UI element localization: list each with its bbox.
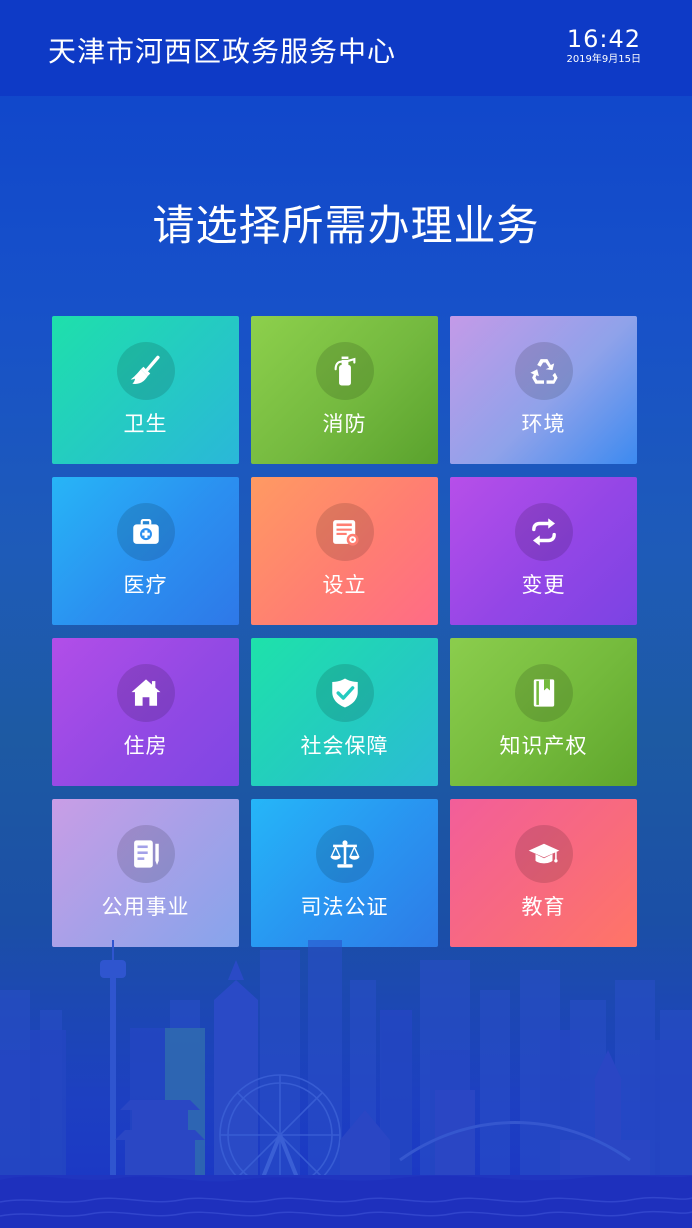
fire-extinguisher-icon bbox=[315, 342, 374, 400]
service-tile-fire[interactable]: 消防 bbox=[251, 316, 438, 464]
notepad-pen-icon bbox=[116, 825, 175, 883]
document-settings-icon bbox=[315, 503, 374, 561]
city-skyline-illustration bbox=[0, 940, 692, 1228]
clock-time: 16:42 bbox=[566, 25, 641, 53]
recycle-icon bbox=[514, 342, 573, 400]
broom-icon bbox=[116, 342, 175, 400]
tile-label: 环境 bbox=[521, 412, 566, 436]
tile-label: 设立 bbox=[322, 573, 367, 597]
service-tile-intellectual-property[interactable]: 知识产权 bbox=[450, 638, 637, 786]
tile-label: 医疗 bbox=[123, 573, 168, 597]
balance-scale-icon bbox=[315, 825, 374, 883]
header-bar: 天津市河西区政务服务中心 16:42 2019年9月15日 bbox=[0, 0, 692, 96]
page-title: 请选择所需办理业务 bbox=[152, 201, 540, 250]
tile-label: 司法公证 bbox=[300, 895, 389, 919]
service-tile-medical[interactable]: 医疗 bbox=[52, 477, 239, 625]
tile-label: 社会保障 bbox=[300, 734, 389, 758]
service-tile-environment[interactable]: 环境 bbox=[450, 316, 637, 464]
center-name-title: 天津市河西区政务服务中心 bbox=[48, 35, 397, 68]
tile-label: 卫生 bbox=[123, 412, 168, 436]
tile-label: 公用事业 bbox=[101, 895, 190, 919]
exchange-arrows-icon bbox=[514, 503, 573, 561]
tile-label: 消防 bbox=[322, 412, 367, 436]
medical-kit-icon bbox=[116, 503, 175, 561]
service-tile-health[interactable]: 卫生 bbox=[52, 316, 239, 464]
tile-label: 住房 bbox=[123, 734, 168, 758]
tile-label: 教育 bbox=[521, 895, 566, 919]
clock-date: 2019年9月15日 bbox=[566, 54, 641, 65]
service-grid: 卫生 消防 环境 医疗 设立 变更 住房 社会保障 知识产权 公用事业 司法公证… bbox=[52, 316, 638, 947]
service-tile-education[interactable]: 教育 bbox=[450, 799, 637, 947]
shield-check-icon bbox=[315, 664, 374, 722]
service-tile-change[interactable]: 变更 bbox=[450, 477, 637, 625]
tile-label: 变更 bbox=[521, 573, 566, 597]
graduation-cap-icon bbox=[514, 825, 573, 883]
clock: 16:42 2019年9月15日 bbox=[566, 26, 641, 67]
service-tile-public-utilities[interactable]: 公用事业 bbox=[52, 799, 239, 947]
service-tile-social-security[interactable]: 社会保障 bbox=[251, 638, 438, 786]
service-tile-establish[interactable]: 设立 bbox=[251, 477, 438, 625]
service-tile-judicial-notary[interactable]: 司法公证 bbox=[251, 799, 438, 947]
service-tile-housing[interactable]: 住房 bbox=[52, 638, 239, 786]
house-icon bbox=[116, 664, 175, 722]
book-icon bbox=[514, 664, 573, 722]
tile-label: 知识产权 bbox=[499, 734, 588, 758]
